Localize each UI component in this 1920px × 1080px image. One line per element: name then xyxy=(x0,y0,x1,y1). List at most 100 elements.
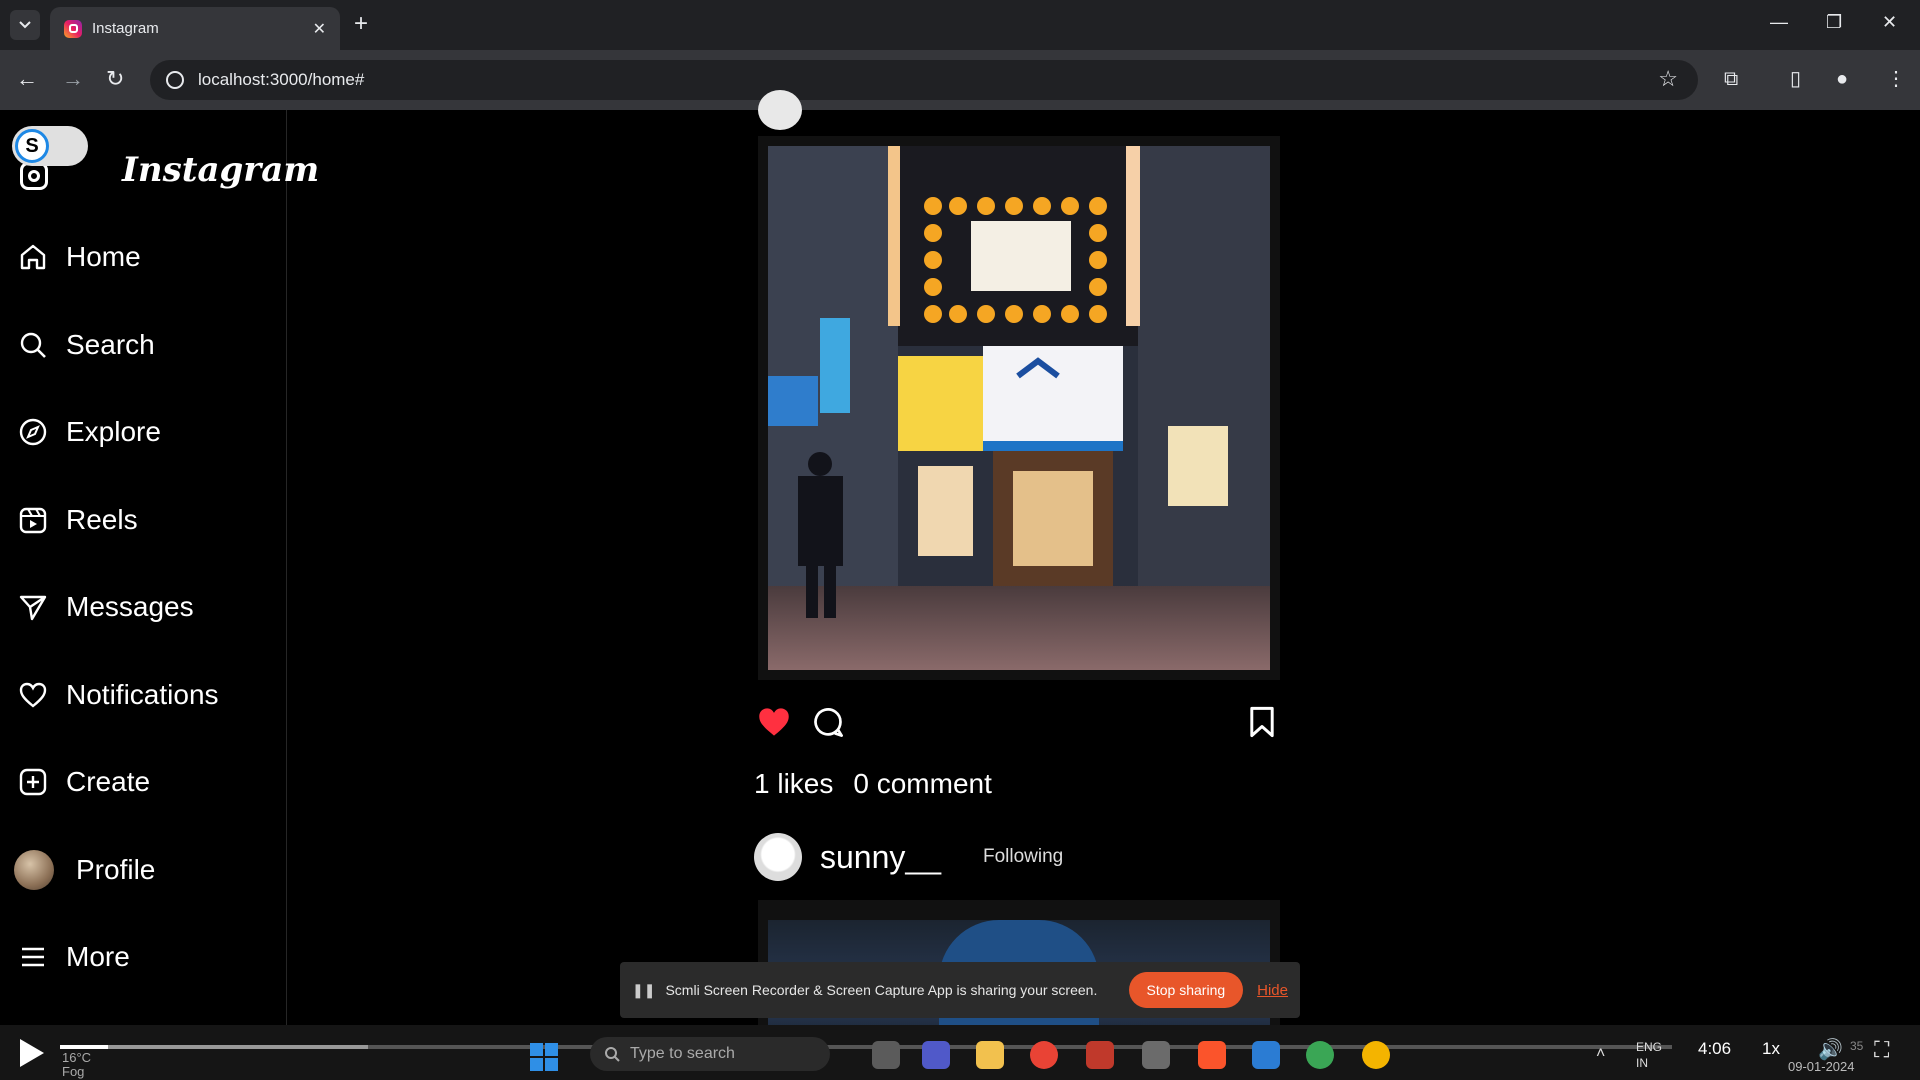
sidebar-item-notifications[interactable]: Notifications xyxy=(16,670,219,720)
weather-desc: Fog xyxy=(62,1064,85,1079)
reels-icon xyxy=(16,503,50,537)
follow-status[interactable]: Following xyxy=(983,846,1063,868)
star-icon[interactable]: ☆ xyxy=(1658,66,1678,92)
recorder-toggle[interactable]: S xyxy=(12,126,88,166)
menu-icon xyxy=(16,940,50,974)
close-icon[interactable]: ✕ xyxy=(313,19,326,39)
restore-icon[interactable]: ❐ xyxy=(1826,12,1842,33)
hide-link[interactable]: Hide xyxy=(1257,982,1288,999)
sidebar-item-profile[interactable]: Profile xyxy=(14,845,156,895)
kebab-menu-icon[interactable]: ⋮ xyxy=(1886,66,1906,92)
taskbar-search[interactable]: Type to search xyxy=(590,1037,830,1071)
clock-fragment: 35 xyxy=(1850,1039,1864,1053)
compass-icon xyxy=(16,415,50,449)
sidebar-item-create[interactable]: Create xyxy=(16,757,150,807)
file-explorer-icon[interactable] xyxy=(976,1041,1004,1069)
progress-bar[interactable] xyxy=(60,1045,1672,1049)
taskbar-search-placeholder: Type to search xyxy=(630,1045,735,1062)
comment-button[interactable] xyxy=(808,702,848,742)
app-icon[interactable] xyxy=(1086,1041,1114,1069)
browser-tab[interactable]: Instagram ✕ xyxy=(50,7,340,50)
instagram-glyph-icon[interactable] xyxy=(20,162,48,190)
heart-filled-icon xyxy=(759,708,789,736)
sidebar-item-more[interactable]: More xyxy=(16,932,130,982)
home-icon xyxy=(16,240,50,274)
brave-icon[interactable] xyxy=(1198,1041,1226,1069)
bookmark-icon xyxy=(1250,706,1274,738)
region-text: IN xyxy=(1636,1056,1648,1070)
playback-speed[interactable]: 1x xyxy=(1762,1039,1780,1059)
post-stats: 1 likes 0 comment xyxy=(754,768,992,800)
app-icon[interactable] xyxy=(1306,1041,1334,1069)
pause-icon[interactable]: ❚❚ xyxy=(632,982,655,999)
instagram-favicon-icon xyxy=(64,19,82,38)
sidebar-item-reels[interactable]: Reels xyxy=(16,495,138,545)
storefront-photo xyxy=(768,146,1270,670)
tab-search-button[interactable] xyxy=(10,10,40,40)
sidebar-item-home[interactable]: Home xyxy=(16,232,141,282)
date-text: 09-01-2024 xyxy=(1788,1059,1855,1074)
plus-square-icon xyxy=(16,765,50,799)
sidebar-item-label: Messages xyxy=(66,591,194,622)
stop-sharing-button[interactable]: Stop sharing xyxy=(1128,972,1244,1008)
save-button[interactable] xyxy=(1242,702,1282,742)
sidebar-item-label: Profile xyxy=(76,854,156,885)
chevron-up-icon[interactable]: ˄ xyxy=(1596,1045,1605,1063)
progress-buffer xyxy=(108,1045,368,1049)
teams-icon[interactable] xyxy=(922,1041,950,1069)
store-icon[interactable] xyxy=(1142,1041,1170,1069)
language-indicator[interactable]: ENG IN xyxy=(1636,1039,1662,1071)
plus-icon[interactable]: + xyxy=(354,12,368,36)
avatar[interactable] xyxy=(754,833,802,881)
forward-arrow-icon[interactable]: → xyxy=(62,66,84,92)
sidebar-item-messages[interactable]: Messages xyxy=(16,582,194,632)
likes-count[interactable]: 1 likes xyxy=(754,768,833,800)
address-bar[interactable]: localhost:3000/home# ☆ xyxy=(150,60,1698,100)
browser-toolbar: ← → ↻ localhost:3000/home# ☆ ⧉ ▯ ● ⋮ xyxy=(0,50,1920,110)
task-view-icon[interactable] xyxy=(872,1041,900,1069)
back-arrow-icon[interactable]: ← xyxy=(16,66,38,92)
like-button[interactable] xyxy=(754,702,794,742)
sidebar-item-label: Search xyxy=(66,329,155,360)
vscode-icon[interactable] xyxy=(1252,1041,1280,1069)
weather-temp: 16°C xyxy=(62,1050,92,1065)
post-image[interactable] xyxy=(758,136,1280,680)
window-close-icon[interactable]: ✕ xyxy=(1882,12,1897,33)
exit-fullscreen-icon[interactable]: ⛶ xyxy=(1874,1037,1889,1063)
comment-icon xyxy=(814,708,843,737)
windows-start-icon[interactable] xyxy=(530,1043,558,1071)
feed: 1 likes 0 comment sunny__ Following xyxy=(288,90,1920,1050)
avatar xyxy=(14,850,54,890)
minimize-icon[interactable]: — xyxy=(1770,12,1788,33)
weather-widget[interactable]: 16°C Fog xyxy=(62,1051,91,1079)
chrome-icon[interactable] xyxy=(1030,1041,1058,1069)
sidebar-item-explore[interactable]: Explore xyxy=(16,407,161,457)
extensions-icon[interactable]: ⧉ xyxy=(1724,66,1738,92)
sidebar: S Instagram Home Search Explore Reels Me… xyxy=(0,110,319,1025)
comments-count[interactable]: 0 comment xyxy=(853,768,992,800)
elapsed-time: 4:06 xyxy=(1698,1039,1732,1058)
url-text: localhost:3000/home# xyxy=(198,70,365,89)
video-player-bar: 16°C Fog Type to search ˄ ENG IN 4:06 1x… xyxy=(0,1025,1920,1080)
chevron-down-icon xyxy=(19,21,31,29)
play-icon[interactable] xyxy=(20,1039,44,1067)
search-icon xyxy=(605,1047,620,1062)
side-panel-icon[interactable]: ▯ xyxy=(1790,66,1801,92)
post-actions xyxy=(758,702,1280,746)
sidebar-item-label: Home xyxy=(66,241,141,272)
browser-tab-bar: Instagram ✕ + — ❐ ✕ xyxy=(0,0,1920,50)
post-username[interactable]: sunny__ xyxy=(820,839,941,876)
profile-icon[interactable]: ● xyxy=(1836,66,1848,92)
site-info-icon[interactable] xyxy=(166,71,184,89)
previous-post-avatar[interactable] xyxy=(758,90,802,130)
chrome-icon[interactable] xyxy=(1362,1041,1390,1069)
sidebar-item-label: Explore xyxy=(66,416,161,447)
sidebar-item-label: Notifications xyxy=(66,679,219,710)
sidebar-item-label: Create xyxy=(66,766,151,797)
reload-icon[interactable]: ↻ xyxy=(106,66,124,92)
share-message: Scmli Screen Recorder & Screen Capture A… xyxy=(665,982,1098,998)
sidebar-item-search[interactable]: Search xyxy=(16,320,155,370)
send-icon xyxy=(16,590,50,624)
search-icon xyxy=(16,328,50,362)
sidebar-item-label: More xyxy=(66,941,130,972)
